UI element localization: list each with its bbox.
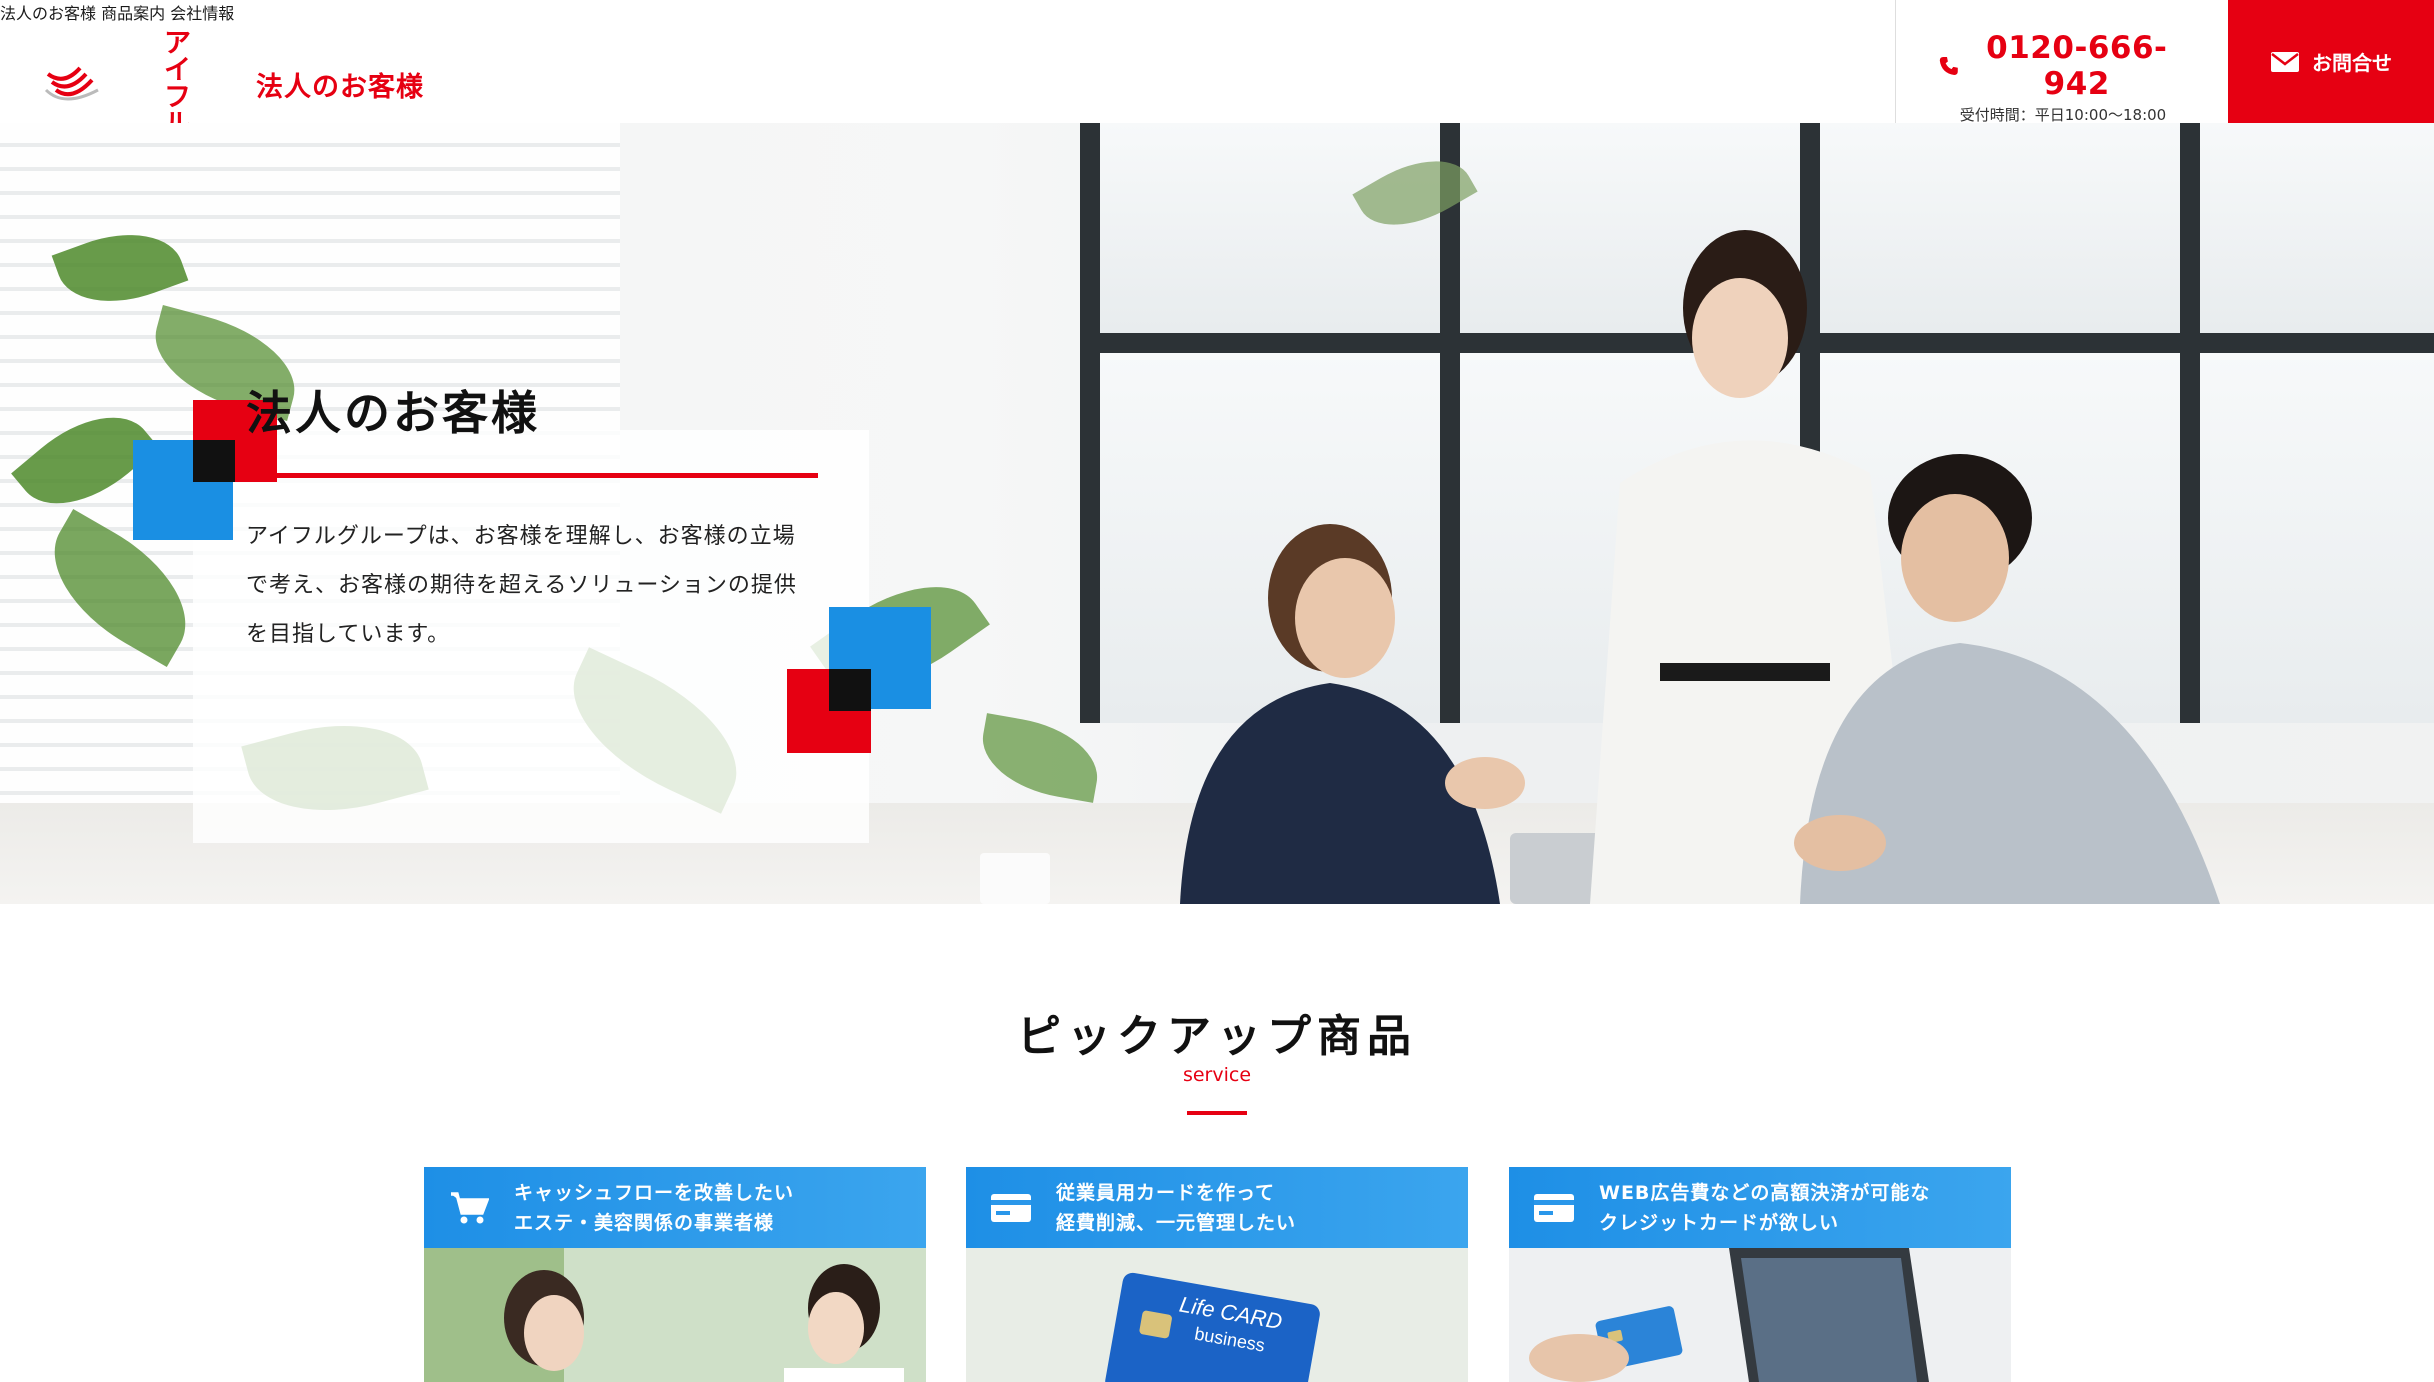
- nav-item-products[interactable]: 商品案内: [101, 4, 165, 23]
- card-image-lifecard: Life CARD business: [966, 1248, 1468, 1382]
- logo-kana: アイフル: [164, 28, 195, 138]
- nav-item-corporate[interactable]: 法人のお客様: [0, 4, 96, 23]
- card-line-1: 従業員用カードを作って: [1056, 1181, 1276, 1204]
- credit-card-icon: [966, 1167, 1056, 1248]
- card-line-1: キャッシュフローを改善したい: [514, 1181, 795, 1204]
- product-card-cashflow[interactable]: キャッシュフローを改善したい エステ・美容関係の事業者様: [424, 1167, 926, 1382]
- deco-square-black: [193, 440, 235, 482]
- pickup-underline: [1187, 1111, 1247, 1115]
- card-text: 従業員用カードを作って 経費削減、一元管理したい: [1056, 1178, 1296, 1238]
- card-header: 従業員用カードを作って 経費削減、一元管理したい: [966, 1167, 1468, 1248]
- card-text: WEB広告費などの高額決済が可能な クレジットカードが欲しい: [1599, 1178, 1930, 1238]
- hero-description: アイフルグループは、お客様を理解し、お客様の立場で考え、お客様の期待を超えるソリ…: [246, 524, 797, 647]
- aiful-logo-mark-icon: [44, 66, 99, 101]
- coffee-cup: [980, 853, 1050, 904]
- people-photo: [1180, 230, 2220, 904]
- phone-number: 0120-666-942: [1986, 30, 2168, 102]
- product-card-web-ads[interactable]: WEB広告費などの高額決済が可能な クレジットカードが欲しい: [1509, 1167, 2011, 1382]
- site-header: アイフル 法人のお客様 法人のお客様 商品案内 会社情報 0120-666-94…: [0, 0, 2434, 138]
- card-line-2: 経費削減、一元管理したい: [1056, 1211, 1297, 1234]
- contact-button[interactable]: お問合せ: [2228, 0, 2434, 123]
- phone-number-row: 0120-666-942: [1938, 30, 2188, 102]
- cart-icon: [424, 1167, 514, 1248]
- nav-item-company[interactable]: 会社情報: [170, 4, 234, 23]
- hero-title-underline: [246, 473, 818, 478]
- product-card-employee-card[interactable]: 従業員用カードを作って 経費削減、一元管理したい Life CARD busin…: [966, 1167, 1468, 1382]
- header-divider: [1895, 0, 1896, 123]
- logo-link[interactable]: アイフル 法人のお客様: [44, 30, 424, 138]
- card-line-1: WEB広告費などの高額決済が可能な: [1599, 1181, 1931, 1204]
- card-text: キャッシュフローを改善したい エステ・美容関係の事業者様: [514, 1178, 794, 1238]
- phone-icon: [1939, 57, 1958, 75]
- credit-card-icon: [1509, 1167, 1599, 1248]
- card-image-laptop: [1509, 1248, 2011, 1382]
- main-nav: 法人のお客様 商品案内 会社情報: [0, 0, 2434, 24]
- card-image-beauty: [424, 1248, 926, 1382]
- phone-contact[interactable]: 0120-666-942 受付時間：平日10:00〜18:00: [1938, 30, 2188, 125]
- pickup-title: ピックアップ商品: [1017, 1011, 1417, 1062]
- phone-hours: 受付時間：平日10:00〜18:00: [1959, 106, 2167, 124]
- pickup-subtitle: service: [1182, 1064, 1252, 1086]
- card-line-2: クレジットカードが欲しい: [1599, 1211, 1840, 1234]
- contact-label: お問合せ: [2312, 51, 2392, 75]
- mail-icon: [2271, 51, 2299, 72]
- deco-square-black-2: [829, 669, 871, 711]
- card-line-2: エステ・美容関係の事業者様: [514, 1211, 775, 1234]
- card-header: WEB広告費などの高額決済が可能な クレジットカードが欲しい: [1509, 1167, 2011, 1248]
- hero-title: 法人のお客様: [246, 386, 540, 440]
- site-title: 法人のお客様: [256, 71, 424, 103]
- card-header: キャッシュフローを改善したい エステ・美容関係の事業者様: [424, 1167, 926, 1248]
